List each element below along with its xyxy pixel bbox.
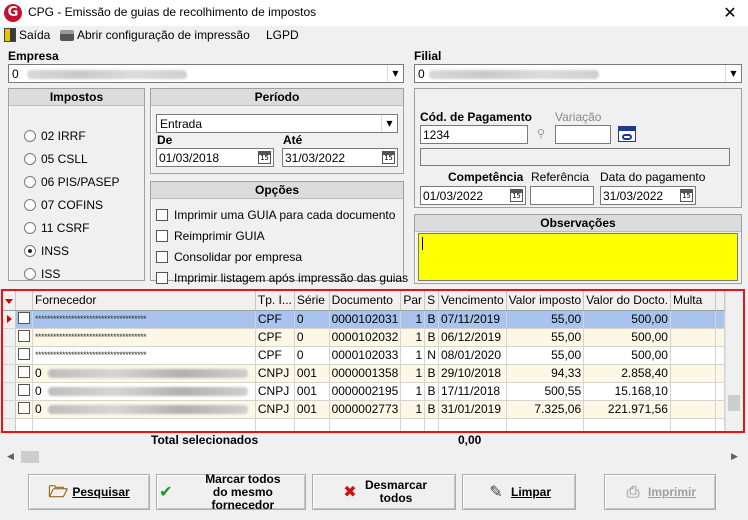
menu-print-config[interactable]: Abrir configuração de impressão bbox=[60, 28, 250, 42]
data-pagamento-label: Data do pagamento bbox=[600, 170, 706, 184]
radio-csrf[interactable]: 11 CSRF bbox=[24, 216, 120, 239]
ate-date-field[interactable]: 31/03/2022 15 bbox=[282, 148, 398, 167]
filial-value: 0 bbox=[418, 67, 425, 81]
hscroll-thumb[interactable] bbox=[21, 451, 39, 463]
totals-value: 0,00 bbox=[458, 433, 482, 447]
scroll-right-icon[interactable]: ▶ bbox=[731, 452, 738, 462]
referencia-label: Referência bbox=[531, 170, 590, 184]
radio-csll[interactable]: 05 CSLL bbox=[24, 147, 120, 170]
menu-print-config-label: Abrir configuração de impressão bbox=[77, 28, 250, 42]
broom-icon: ✎ bbox=[489, 482, 503, 501]
empresa-select[interactable]: 0 ▼ bbox=[8, 64, 404, 83]
menu-lgpd-label: LGPD bbox=[266, 28, 299, 42]
radio-circle[interactable] bbox=[24, 152, 36, 165]
cod-pagamento-label: Cód. de Pagamento bbox=[420, 110, 533, 124]
marcar-todos-button[interactable]: ✔ Marcar todos do mesmo fornecedor bbox=[156, 472, 306, 511]
chk-imprimir-listagem[interactable]: Imprimir listagem após impressão das gui… bbox=[156, 267, 408, 288]
filial-redacted bbox=[429, 70, 599, 79]
chevron-down-icon[interactable]: ▼ bbox=[381, 115, 397, 132]
ate-date-value: 31/03/2022 bbox=[285, 151, 346, 165]
ate-label: Até bbox=[283, 133, 303, 147]
text-caret bbox=[422, 237, 423, 250]
imprimir-button[interactable]: ⎙ Imprimir bbox=[604, 474, 716, 510]
observacoes-title: Observações bbox=[415, 215, 741, 232]
x-mark-icon: ✖ bbox=[343, 482, 357, 501]
radio-pis-pasep[interactable]: 06 PIS/PASEP bbox=[24, 170, 120, 193]
empresa-label: Empresa bbox=[8, 49, 59, 63]
menu-lgpd[interactable]: LGPD bbox=[266, 28, 299, 42]
opcoes-title: Opções bbox=[151, 182, 403, 199]
check-icon: ✔ bbox=[159, 482, 173, 501]
calendar-icon[interactable]: 15 bbox=[510, 189, 523, 202]
radio-iss[interactable]: ISS bbox=[24, 262, 120, 285]
chk-guia-por-documento[interactable]: Imprimir uma GUIA para cada documento bbox=[156, 204, 408, 225]
close-button[interactable]: ✕ bbox=[718, 2, 742, 24]
search-folder-icon: 🗁 bbox=[48, 482, 69, 501]
app-logo-icon: G bbox=[4, 4, 22, 22]
chevron-down-icon[interactable]: ▼ bbox=[387, 65, 403, 82]
radio-inss[interactable]: INSS bbox=[24, 239, 120, 262]
printer-icon: ⎙ bbox=[626, 482, 640, 501]
cod-pagamento-input[interactable]: 1234 bbox=[420, 125, 528, 144]
calendar-icon[interactable]: 15 bbox=[258, 151, 271, 164]
variacao-label: Variação bbox=[555, 110, 602, 124]
totals-row: Total selecionados 0,00 bbox=[3, 433, 725, 448]
radio-circle[interactable] bbox=[24, 221, 36, 234]
de-date-field[interactable]: 01/03/2018 15 bbox=[156, 148, 274, 167]
impostos-title: Impostos bbox=[9, 89, 144, 106]
limpar-button[interactable]: ✎ Limpar bbox=[462, 474, 576, 510]
periodo-tipo-value: Entrada bbox=[160, 117, 203, 131]
referencia-field[interactable] bbox=[530, 186, 594, 205]
opcoes-list: Imprimir uma GUIA para cada documento Re… bbox=[156, 204, 408, 288]
de-date-value: 01/03/2018 bbox=[159, 151, 220, 165]
variacao-input[interactable] bbox=[555, 125, 611, 144]
descricao-pagamento-field bbox=[420, 148, 730, 166]
checkbox[interactable] bbox=[156, 208, 168, 221]
empresa-redacted bbox=[27, 70, 187, 79]
checkbox[interactable] bbox=[156, 229, 168, 242]
checkbox[interactable] bbox=[156, 250, 168, 263]
periodo-title: Período bbox=[151, 89, 403, 106]
periodo-tipo-select[interactable]: Entrada ▼ bbox=[156, 114, 398, 133]
grid-highlight-frame bbox=[1, 289, 745, 433]
de-label: De bbox=[157, 133, 173, 147]
scroll-left-icon[interactable]: ◀ bbox=[7, 452, 14, 462]
window-title: CPG - Emissão de guias de recolhimento d… bbox=[28, 5, 317, 19]
printer-icon bbox=[60, 29, 74, 41]
impostos-radio-group: 02 IRRF 05 CSLL 06 PIS/PASEP 07 COFINS 1… bbox=[24, 124, 120, 285]
calendar-icon[interactable]: 15 bbox=[382, 151, 395, 164]
checkbox[interactable] bbox=[156, 271, 168, 284]
empresa-value: 0 bbox=[12, 67, 19, 81]
desmarcar-todos-button[interactable]: ✖ Desmarcar todos bbox=[312, 474, 456, 510]
radio-circle[interactable] bbox=[24, 129, 36, 142]
radio-circle[interactable] bbox=[24, 267, 36, 280]
radio-circle[interactable] bbox=[24, 175, 36, 188]
pesquisar-button[interactable]: 🗁 Pesquisar bbox=[28, 474, 150, 510]
chevron-down-icon[interactable]: ▼ bbox=[725, 65, 741, 82]
chk-consolidar-empresa[interactable]: Consolidar por empresa bbox=[156, 246, 408, 267]
totals-label: Total selecionados bbox=[151, 433, 259, 447]
exit-door-icon bbox=[4, 28, 16, 42]
radio-circle[interactable] bbox=[24, 198, 36, 211]
competencia-label: Competência bbox=[448, 170, 524, 184]
menu-exit[interactable]: Saída bbox=[4, 28, 50, 42]
chk-reimprimir-guia[interactable]: Reimprimir GUIA bbox=[156, 225, 408, 246]
filial-label: Filial bbox=[414, 49, 442, 63]
competencia-field[interactable]: 01/03/2022 15 bbox=[420, 186, 526, 205]
grid-horizontal-scrollbar[interactable]: ◀ ▶ bbox=[3, 449, 743, 466]
observacoes-textarea[interactable] bbox=[418, 233, 738, 281]
calendar-icon[interactable]: 15 bbox=[680, 189, 693, 202]
menu-exit-label: Saída bbox=[19, 28, 51, 42]
radio-irrf[interactable]: 02 IRRF bbox=[24, 124, 120, 147]
filial-select[interactable]: 0 ▼ bbox=[414, 64, 742, 83]
binoculars-icon[interactable]: ⚲ bbox=[537, 127, 551, 141]
radio-circle-checked[interactable] bbox=[24, 244, 36, 257]
search-table-icon[interactable] bbox=[618, 126, 636, 142]
radio-cofins[interactable]: 07 COFINS bbox=[24, 193, 120, 216]
data-pagamento-field[interactable]: 31/03/2022 15 bbox=[600, 186, 696, 205]
